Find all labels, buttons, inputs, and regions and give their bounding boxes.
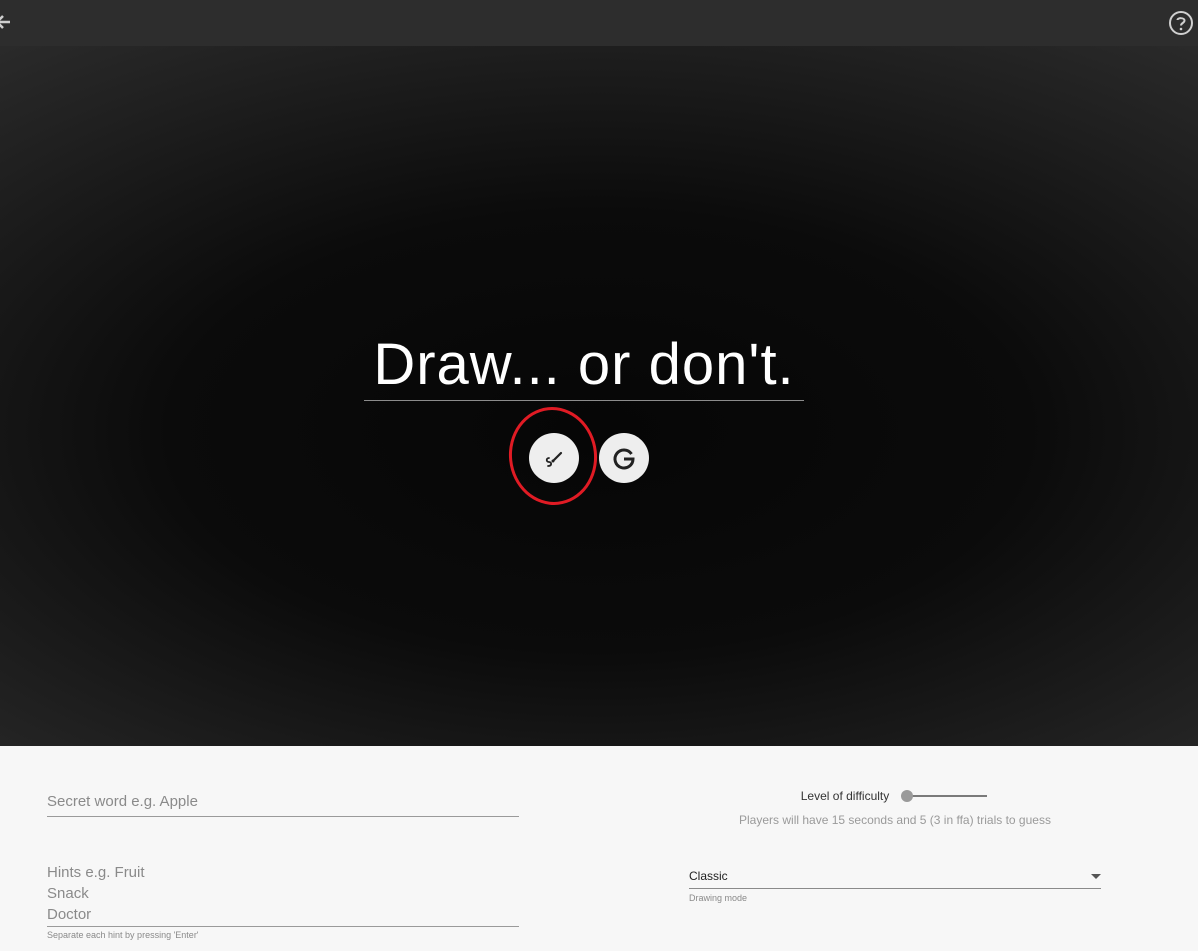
draw-button[interactable] <box>529 433 579 483</box>
drawing-mode-value: Classic <box>689 869 728 883</box>
top-bar <box>0 0 1198 46</box>
back-arrow-icon[interactable] <box>0 10 16 34</box>
difficulty-slider-track[interactable] <box>905 795 987 797</box>
hint-line: Hints e.g. Fruit <box>47 864 145 881</box>
drawing-mode-label: Drawing mode <box>689 893 748 903</box>
google-g-icon <box>613 448 635 470</box>
dropdown-caret-icon <box>1091 874 1101 879</box>
difficulty-slider-thumb[interactable] <box>901 790 913 802</box>
difficulty-description: Players will have 15 seconds and 5 (3 in… <box>739 813 1051 827</box>
brush-icon <box>545 451 563 467</box>
drawing-mode-select[interactable]: Classic <box>689 866 1101 889</box>
hints-input[interactable]: Hints e.g. Fruit Snack Doctor <box>47 862 519 927</box>
help-icon[interactable] <box>1168 10 1194 36</box>
hint-line: Doctor <box>47 906 92 923</box>
secret-word-input[interactable]: Secret word e.g. Apple <box>47 792 519 817</box>
headline-title: Draw... or don't. <box>364 330 804 401</box>
hints-helper-text: Separate each hint by pressing 'Enter' <box>47 930 199 940</box>
google-button[interactable] <box>599 433 649 483</box>
hint-line: Snack <box>47 885 89 902</box>
difficulty-label: Level of difficulty <box>800 789 890 803</box>
